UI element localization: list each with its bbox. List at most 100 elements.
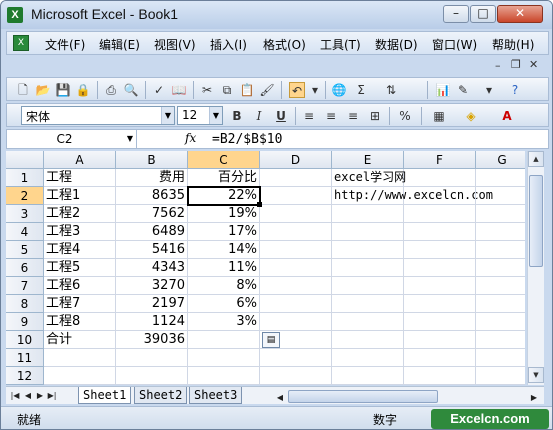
copy-icon[interactable]: ⧉	[219, 82, 235, 98]
name-box[interactable]: C2	[7, 130, 137, 148]
row-header-10[interactable]: 10	[6, 331, 44, 349]
cell-c1[interactable]: 百分比	[188, 169, 260, 187]
cell-f5[interactable]	[404, 241, 476, 259]
cell-e11[interactable]	[332, 349, 404, 367]
cell-g8[interactable]	[476, 295, 525, 313]
cell-g12[interactable]	[476, 367, 525, 385]
font-size-select[interactable]: 12 ▼	[177, 106, 223, 125]
align-right-icon[interactable]: ≡	[345, 108, 361, 124]
fill-handle[interactable]	[257, 202, 262, 207]
function-icon[interactable]: fx	[185, 131, 196, 145]
cell-c8[interactable]: 6%	[188, 295, 260, 313]
menu-data[interactable]: 数据(D)	[375, 36, 418, 53]
help-icon[interactable]: ?	[507, 82, 523, 98]
hyperlink-icon[interactable]: 🌐	[331, 82, 347, 98]
cell-b8[interactable]: 2197	[116, 295, 188, 313]
cell-b4[interactable]: 6489	[116, 223, 188, 241]
first-sheet-icon[interactable]: |◀	[9, 389, 21, 402]
column-header-g[interactable]: G	[476, 151, 525, 169]
spelling-icon[interactable]: ✓	[151, 82, 167, 98]
row-header-3[interactable]: 3	[6, 205, 44, 223]
cell-a11[interactable]	[44, 349, 116, 367]
underline-button[interactable]: U	[273, 108, 289, 124]
scroll-down-icon[interactable]: ▼	[528, 367, 544, 383]
print-preview-icon[interactable]: 🔍	[123, 82, 139, 98]
align-left-icon[interactable]: ≡	[301, 108, 317, 124]
cell-d5[interactable]	[260, 241, 332, 259]
cell-c7[interactable]: 8%	[188, 277, 260, 295]
cell-e2[interactable]: http://www.excelcn.com	[332, 187, 493, 205]
row-header-5[interactable]: 5	[6, 241, 44, 259]
menu-file[interactable]: 文件(F)	[45, 36, 85, 53]
drawing-icon[interactable]: ✎	[455, 82, 471, 98]
horizontal-scrollbar[interactable]: ◀ ▶	[274, 389, 542, 404]
cell-f10[interactable]	[404, 331, 476, 349]
cell-e8[interactable]	[332, 295, 404, 313]
cell-d8[interactable]	[260, 295, 332, 313]
cell-d9[interactable]	[260, 313, 332, 331]
menu-view[interactable]: 视图(V)	[154, 36, 196, 53]
cell-a1[interactable]: 工程	[44, 169, 116, 187]
autosum-icon[interactable]: Σ	[353, 82, 369, 98]
sort-ascending-icon[interactable]: ⇅	[383, 82, 399, 98]
last-sheet-icon[interactable]: ▶|	[46, 389, 58, 402]
chevron-down-icon[interactable]: ▼	[161, 107, 174, 124]
cell-g3[interactable]	[476, 205, 525, 223]
cell-e3[interactable]	[332, 205, 404, 223]
scroll-up-icon[interactable]: ▲	[528, 151, 544, 167]
paste-options-icon[interactable]: ▤	[262, 332, 280, 348]
open-icon[interactable]: 📂	[35, 82, 51, 98]
cell-d3[interactable]	[260, 205, 332, 223]
cell-e10[interactable]	[332, 331, 404, 349]
row-header-9[interactable]: 9	[6, 313, 44, 331]
cell-c2[interactable]: 22%	[188, 187, 260, 205]
cell-b10[interactable]: 39036	[116, 331, 188, 349]
cell-e6[interactable]	[332, 259, 404, 277]
formula-input[interactable]: =B2/$B$10	[212, 132, 282, 147]
maximize-button[interactable]: □	[470, 5, 496, 23]
font-name-select[interactable]: 宋体 ▼	[21, 106, 175, 125]
cell-c10[interactable]	[188, 331, 260, 349]
bold-button[interactable]: B	[229, 108, 245, 124]
cell-a9[interactable]: 工程8	[44, 313, 116, 331]
cell-a2[interactable]: 工程1	[44, 187, 116, 205]
menu-window[interactable]: 窗口(W)	[432, 36, 477, 53]
cell-b11[interactable]	[116, 349, 188, 367]
fill-color-icon[interactable]: ◈	[463, 108, 479, 124]
cell-e12[interactable]	[332, 367, 404, 385]
cell-c6[interactable]: 11%	[188, 259, 260, 277]
column-header-b[interactable]: B	[116, 151, 188, 169]
tab-sheet3[interactable]: Sheet3	[189, 387, 243, 404]
cell-f12[interactable]	[404, 367, 476, 385]
row-header-11[interactable]: 11	[6, 349, 44, 367]
menu-insert[interactable]: 插入(I)	[210, 36, 247, 53]
cut-icon[interactable]: ✂	[199, 82, 215, 98]
doc-close-icon[interactable]: ✕	[529, 58, 538, 71]
vertical-scrollbar[interactable]: ▲ ▼	[527, 151, 544, 385]
horizontal-scroll-thumb[interactable]	[288, 390, 438, 403]
cell-f6[interactable]	[404, 259, 476, 277]
column-header-d[interactable]: D	[260, 151, 332, 169]
chevron-down-icon[interactable]: ▼	[209, 107, 222, 124]
cell-e5[interactable]	[332, 241, 404, 259]
row-header-7[interactable]: 7	[6, 277, 44, 295]
undo-icon[interactable]: ↶	[289, 82, 305, 98]
column-header-e[interactable]: E	[332, 151, 404, 169]
cell-c5[interactable]: 14%	[188, 241, 260, 259]
italic-button[interactable]: I	[251, 108, 267, 124]
scroll-left-icon[interactable]: ◀	[274, 391, 286, 404]
cell-b9[interactable]: 1124	[116, 313, 188, 331]
cell-a3[interactable]: 工程2	[44, 205, 116, 223]
cell-a6[interactable]: 工程5	[44, 259, 116, 277]
align-center-icon[interactable]: ≡	[323, 108, 339, 124]
menu-tools[interactable]: 工具(T)	[320, 36, 361, 53]
row-header-2[interactable]: 2	[6, 187, 44, 205]
select-all-corner[interactable]	[6, 151, 44, 169]
font-color-icon[interactable]: A	[499, 108, 515, 124]
tab-sheet2[interactable]: Sheet2	[134, 387, 188, 404]
tab-sheet1[interactable]: Sheet1	[78, 387, 132, 404]
doc-restore-icon[interactable]: ❐	[511, 58, 521, 71]
cell-g2[interactable]	[476, 187, 525, 205]
cell-g6[interactable]	[476, 259, 525, 277]
menu-help[interactable]: 帮助(H)	[492, 36, 534, 53]
